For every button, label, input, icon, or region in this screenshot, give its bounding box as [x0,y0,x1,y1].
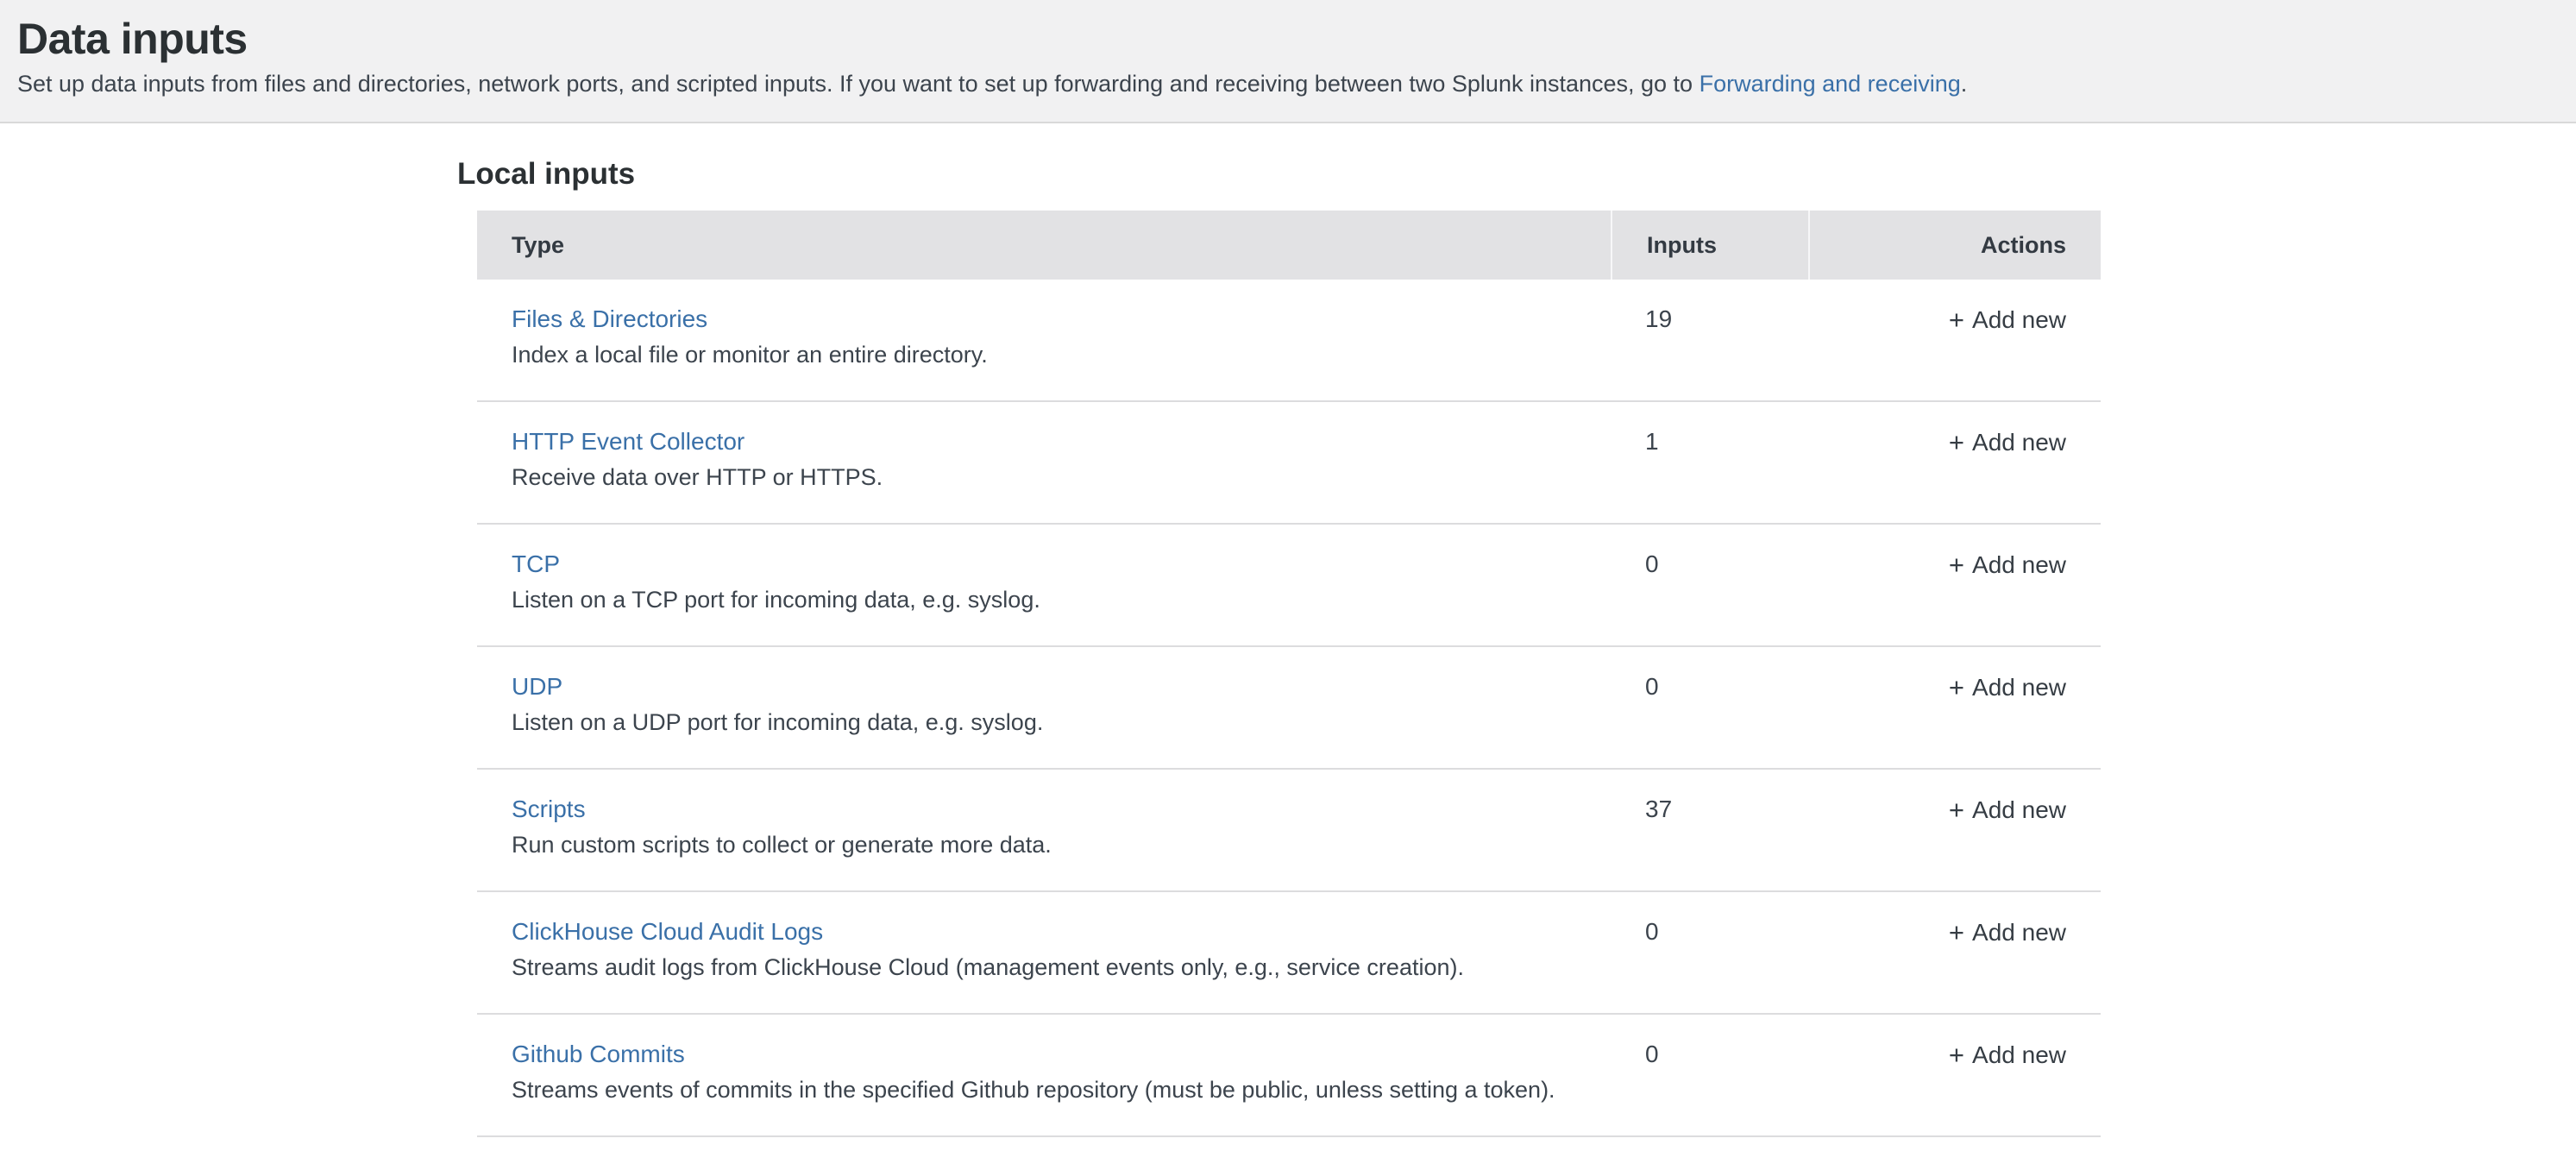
add-new-link[interactable]: + Add new [1949,1041,2066,1068]
input-type-link[interactable]: Files & Directories [512,305,707,334]
add-new-label: Add new [1972,674,2066,701]
table-row: Files & Directories Index a local file o… [477,280,2101,402]
subtitle-text: Set up data inputs from files and direct… [17,71,1700,97]
plus-icon: + [1949,305,1964,335]
inputs-count: 0 [1611,1040,1808,1104]
input-type-description: Streams audit logs from ClickHouse Cloud… [512,953,1611,982]
actions-cell: + Add new [1808,305,2101,369]
page-title: Data inputs [17,14,2541,64]
add-new-link[interactable]: + Add new [1949,919,2066,946]
type-cell: TCP Listen on a TCP port for incoming da… [477,550,1611,614]
input-type-link[interactable]: Scripts [512,795,586,824]
type-cell: Files & Directories Index a local file o… [477,305,1611,369]
section-heading: Local inputs [457,156,2576,192]
type-cell: Github Commits Streams events of commits… [477,1040,1611,1104]
add-new-label: Add new [1972,919,2066,946]
actions-cell: + Add new [1808,672,2101,737]
type-cell: HTTP Event Collector Receive data over H… [477,427,1611,492]
input-type-description: Listen on a TCP port for incoming data, … [512,585,1611,614]
inputs-count: 0 [1611,672,1808,737]
add-new-link[interactable]: + Add new [1949,674,2066,701]
add-new-label: Add new [1972,306,2066,333]
actions-cell: + Add new [1808,550,2101,614]
actions-cell: + Add new [1808,795,2101,859]
table-row: Github Commits Streams events of commits… [477,1015,2101,1137]
table-header-row: Type Inputs Actions [477,211,2101,280]
inputs-table: Type Inputs Actions Files & Directories … [477,211,2101,1137]
add-new-label: Add new [1972,1041,2066,1068]
add-new-label: Add new [1972,429,2066,456]
inputs-count: 1 [1611,427,1808,492]
input-type-description: Listen on a UDP port for incoming data, … [512,708,1611,737]
add-new-link[interactable]: + Add new [1949,429,2066,456]
column-header-actions: Actions [1808,211,2101,280]
plus-icon: + [1949,795,1964,825]
input-type-link[interactable]: TCP [512,550,560,579]
actions-cell: + Add new [1808,427,2101,492]
table-body: Files & Directories Index a local file o… [477,280,2101,1137]
table-row: TCP Listen on a TCP port for incoming da… [477,525,2101,647]
actions-cell: + Add new [1808,917,2101,982]
input-type-link[interactable]: ClickHouse Cloud Audit Logs [512,917,823,947]
add-new-label: Add new [1972,551,2066,578]
table-row: UDP Listen on a UDP port for incoming da… [477,647,2101,770]
type-cell: UDP Listen on a UDP port for incoming da… [477,672,1611,737]
column-header-inputs: Inputs [1611,211,1808,280]
input-type-description: Run custom scripts to collect or generat… [512,830,1611,859]
table-row: Scripts Run custom scripts to collect or… [477,770,2101,892]
page-header: Data inputs Set up data inputs from file… [0,0,2576,123]
add-new-link[interactable]: + Add new [1949,306,2066,333]
type-cell: Scripts Run custom scripts to collect or… [477,795,1611,859]
inputs-count: 37 [1611,795,1808,859]
inputs-count: 0 [1611,917,1808,982]
input-type-link[interactable]: HTTP Event Collector [512,427,745,456]
forwarding-receiving-link[interactable]: Forwarding and receiving [1700,71,1961,97]
local-inputs-section: Local inputs Type Inputs Actions Files &… [0,123,2576,1137]
actions-cell: + Add new [1808,1040,2101,1104]
input-type-description: Index a local file or monitor an entire … [512,340,1611,369]
plus-icon: + [1949,550,1964,580]
plus-icon: + [1949,672,1964,702]
plus-icon: + [1949,427,1964,457]
page-subtitle: Set up data inputs from files and direct… [17,69,2541,98]
add-new-link[interactable]: + Add new [1949,796,2066,823]
input-type-description: Receive data over HTTP or HTTPS. [512,462,1611,492]
inputs-count: 0 [1611,550,1808,614]
input-type-link[interactable]: Github Commits [512,1040,685,1069]
inputs-count: 19 [1611,305,1808,369]
column-header-type: Type [477,211,1611,280]
add-new-label: Add new [1972,796,2066,823]
plus-icon: + [1949,1040,1964,1070]
subtitle-period: . [1961,71,1968,97]
input-type-description: Streams events of commits in the specifi… [512,1075,1611,1104]
plus-icon: + [1949,917,1964,947]
table-row: HTTP Event Collector Receive data over H… [477,402,2101,525]
type-cell: ClickHouse Cloud Audit Logs Streams audi… [477,917,1611,982]
input-type-link[interactable]: UDP [512,672,562,701]
add-new-link[interactable]: + Add new [1949,551,2066,578]
table-row: ClickHouse Cloud Audit Logs Streams audi… [477,892,2101,1015]
